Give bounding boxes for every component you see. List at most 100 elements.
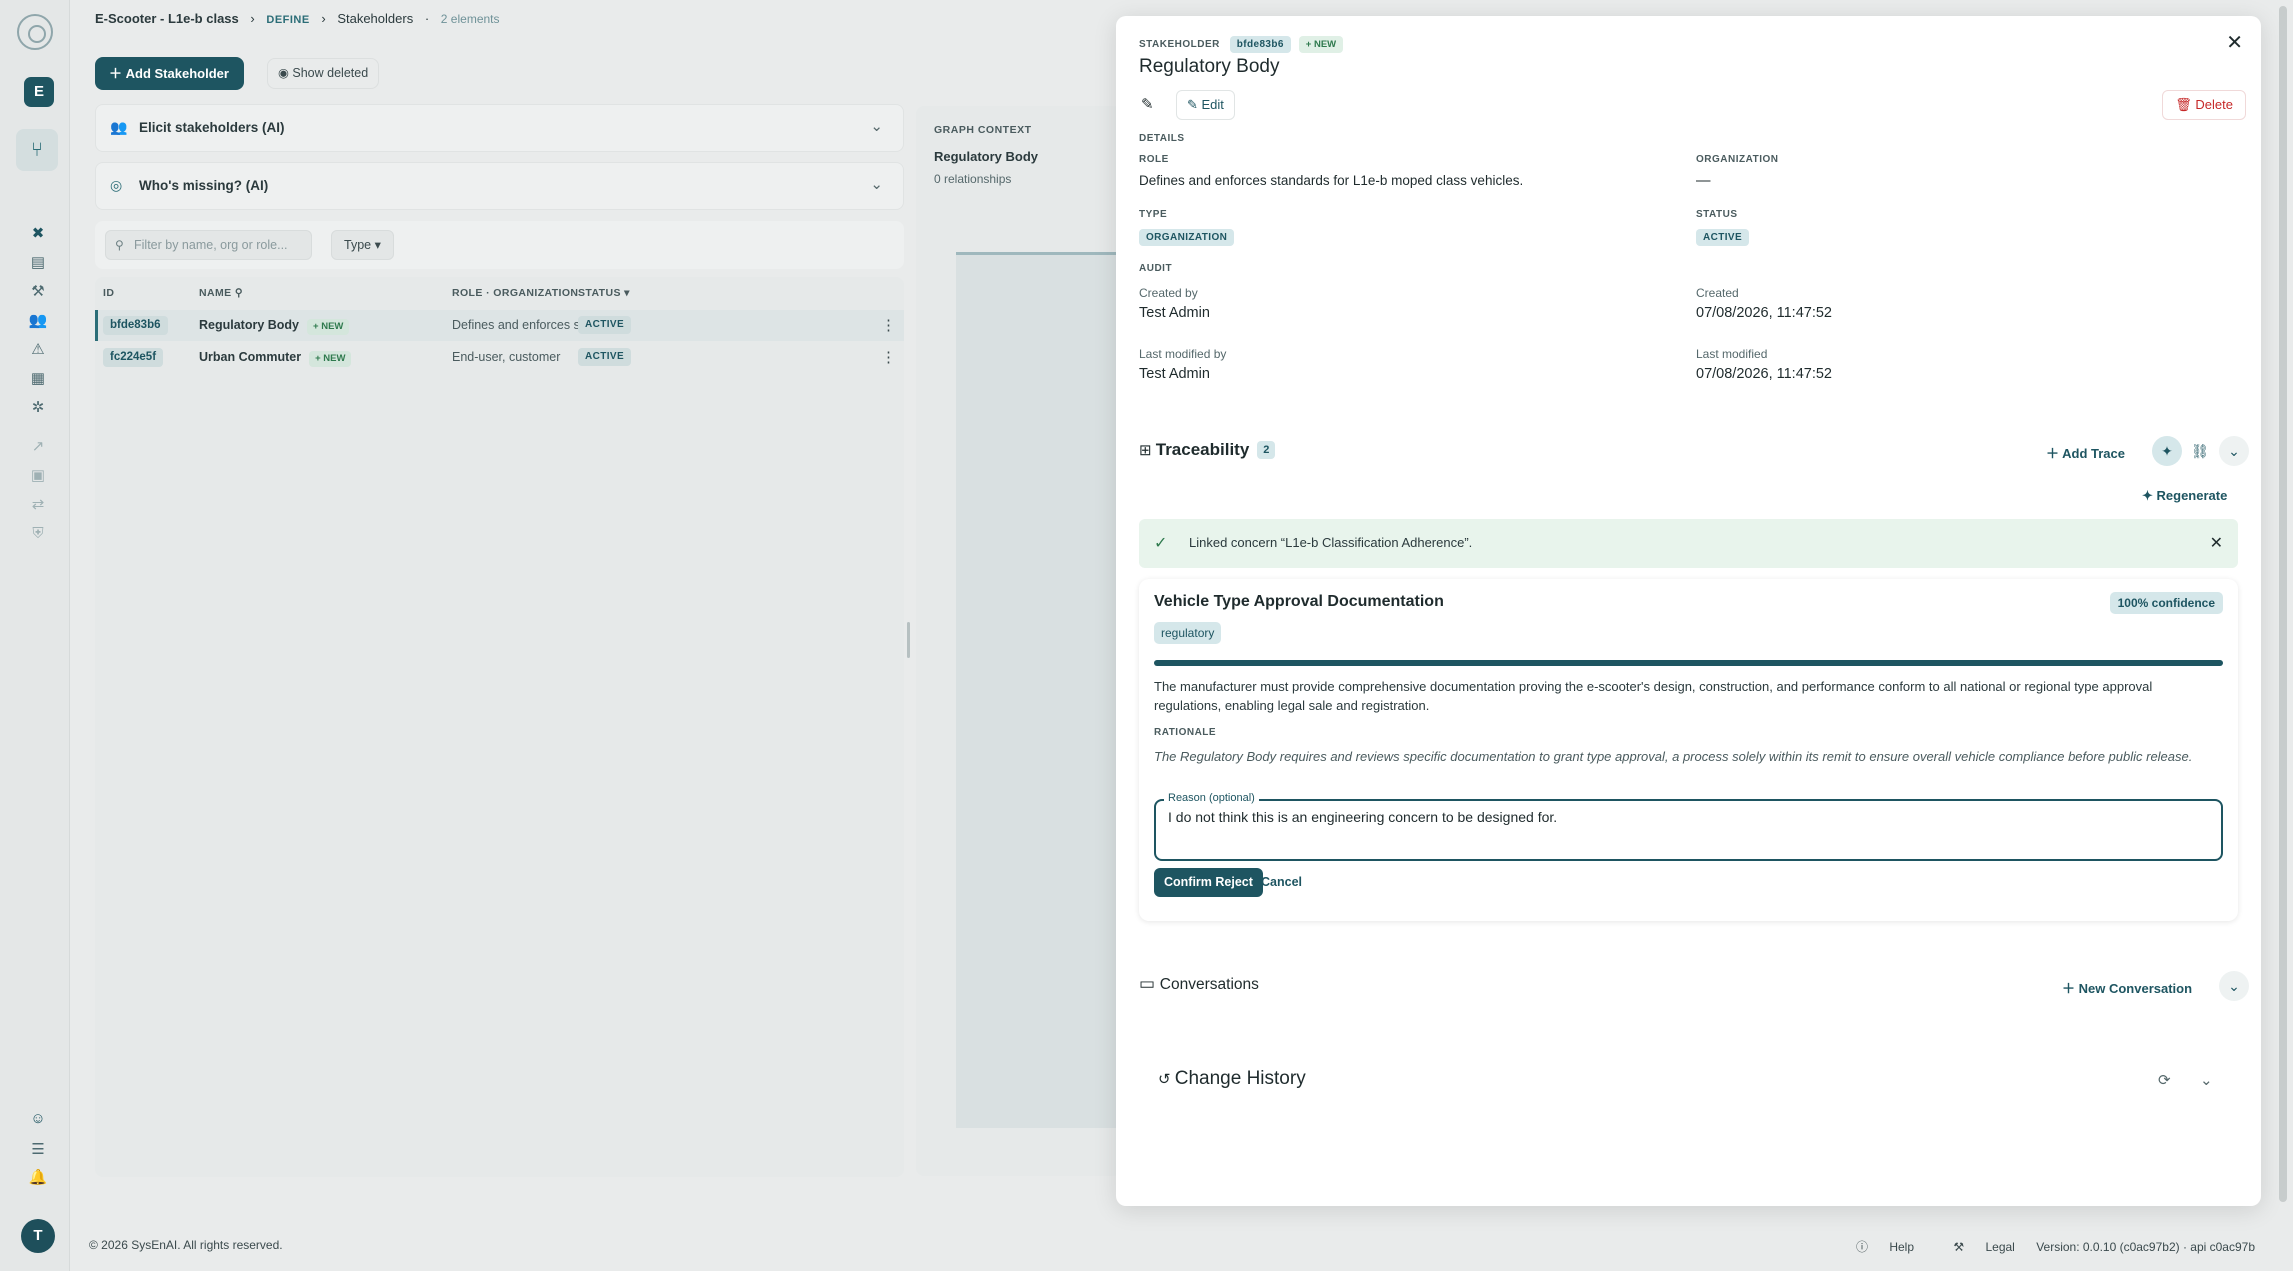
column-header-id[interactable]: ID (103, 287, 114, 299)
assistant-icon[interactable]: ☺ (27, 1108, 49, 1130)
elicit-stakeholders-panel[interactable]: 👥 Elicit stakeholders (AI) ⌄ (95, 104, 904, 152)
sort-down-icon: ▾ (624, 287, 630, 299)
scrollbar-thumb[interactable] (2279, 6, 2287, 1202)
details-heading: DETAILS (1139, 133, 1185, 144)
modified-by-label: Last modified by (1139, 347, 1227, 361)
chevron-down-icon[interactable]: ⌄ (2219, 971, 2249, 1001)
notifications-bell-icon[interactable]: 🔔 (27, 1167, 49, 1189)
trash-icon: 🗑 (2175, 97, 2196, 112)
conversations-header[interactable]: ▭ Conversations (1139, 974, 1259, 994)
column-header-name[interactable]: NAME ⚲ (199, 287, 243, 299)
kebab-menu-icon[interactable]: ⋮ (881, 348, 896, 366)
category-tag: regulatory (1154, 622, 1222, 644)
warning-icon[interactable]: ⚠ (27, 339, 49, 361)
stakeholders-icon[interactable]: 👥 (27, 310, 49, 332)
new-badge: + NEW (1298, 36, 1344, 53)
graph-subtitle: 0 relationships (934, 172, 1012, 186)
add-trace-button[interactable]: ＋ Add Trace (2046, 443, 2125, 462)
breadcrumb-project[interactable]: E-Scooter - L1e-b class (95, 11, 239, 26)
row-name: Urban Commuter + NEW (199, 350, 352, 367)
user-avatar[interactable]: T (21, 1219, 55, 1253)
status-badge: ACTIVE (578, 348, 632, 366)
refresh-icon[interactable]: ⟳ (2158, 1071, 2171, 1089)
delete-button[interactable]: 🗑 Delete (2162, 90, 2246, 120)
shield-icon[interactable]: ⛨ (27, 523, 49, 545)
role-label: ROLE (1139, 154, 1169, 165)
tools-icon[interactable]: ✖ (27, 223, 49, 245)
new-conversation-button[interactable]: ＋ New Conversation (2062, 978, 2192, 997)
plus-icon: ＋ (2062, 981, 2079, 996)
filter-search-input[interactable]: ⚲ Filter by name, org or role... (105, 230, 312, 260)
tasks-icon[interactable]: ☰ (27, 1139, 49, 1161)
help-link[interactable]: ⓘ Help (1838, 1240, 1914, 1254)
type-filter-dropdown[interactable]: Type ▾ (331, 230, 394, 260)
legal-label: Legal (1985, 1240, 2015, 1254)
change-history-header[interactable]: ↺ Change History (1158, 1068, 1306, 1090)
panel-label: Who's missing? (AI) (139, 178, 269, 193)
success-message: Linked concern “L1e-b Classification Adh… (1189, 535, 1473, 550)
swap-icon[interactable]: ⇄ (27, 494, 49, 516)
stakeholder-detail-drawer: STAKEHOLDER bfde83b6 + NEW Regulatory Bo… (1116, 16, 2261, 1206)
brain-logo-icon[interactable] (17, 14, 53, 50)
table-icon[interactable]: ▣ (27, 465, 49, 487)
column-header-role[interactable]: ROLE · ORGANIZATION (452, 287, 578, 299)
link-icon[interactable]: ⛓ (2185, 436, 2215, 466)
help-label: Help (1889, 1240, 1915, 1254)
stakeholder-table: ID NAME ⚲ ROLE · ORGANIZATION STATUS ▾ b… (95, 277, 904, 1177)
regenerate-button[interactable]: ✦ Regenerate (2142, 488, 2227, 504)
confirm-reject-button[interactable]: Confirm Reject (1154, 868, 1263, 897)
drawer-title: Regulatory Body (1139, 56, 1280, 77)
chevron-down-icon[interactable]: ⌄ (870, 117, 883, 135)
reason-label: Reason (optional) (1164, 792, 1259, 804)
network-icon[interactable]: ✲ (27, 397, 49, 419)
edit-button[interactable]: ✎ Edit (1176, 90, 1235, 120)
left-rail: E ⑂ ✖ ▤ ⚒ 👥 ⚠ ▦ ✲ ↗ ▣ ⇄ ⛨ ☺ ☰ 🔔 T (0, 0, 70, 1271)
workspace-avatar[interactable]: E (24, 77, 54, 107)
show-deleted-toggle[interactable]: ◉ Show deleted (267, 58, 380, 89)
close-icon[interactable]: ✕ (2226, 30, 2243, 55)
edit-label: Edit (1201, 97, 1224, 112)
table-row[interactable]: bfde83b6 Regulatory Body + NEW Defines an… (95, 310, 904, 341)
traceability-header[interactable]: ⊞ Traceability 2 (1139, 440, 1276, 460)
chevron-down-icon[interactable]: ⌄ (870, 175, 883, 193)
change-history-title: Change History (1174, 1068, 1306, 1089)
ai-sparkle-icon[interactable]: ✦ (2152, 436, 2182, 466)
chevron-down-icon[interactable]: ⌄ (2219, 436, 2249, 466)
document-icon[interactable]: ▤ (27, 252, 49, 274)
chevron-down-icon[interactable]: ⌄ (2200, 1071, 2213, 1089)
search-placeholder: Filter by name, org or role... (134, 238, 288, 252)
magic-wand-icon[interactable]: ✎ (1141, 95, 1154, 113)
add-stakeholder-button[interactable]: ＋ Add Stakeholder (95, 57, 244, 90)
clipboard-icon[interactable]: ▦ (27, 368, 49, 390)
traceability-title: Traceability (1155, 440, 1250, 459)
table-row[interactable]: fc224e5f Urban Commuter + NEW End-user, c… (95, 342, 904, 373)
type-label: TYPE (1139, 209, 1168, 220)
legal-link[interactable]: ⚒ Legal (1935, 1240, 2014, 1254)
modified-by-value: Test Admin (1139, 366, 1210, 382)
status-badge: ACTIVE (578, 316, 632, 334)
branch-icon[interactable]: ⑂ (16, 129, 58, 171)
page-scrollbar[interactable] (2278, 6, 2288, 1266)
sparkle-icon: ✦ (2142, 488, 2157, 503)
show-deleted-label: Show deleted (292, 66, 369, 80)
graph-canvas[interactable] (956, 252, 1121, 1128)
breadcrumb-page: Stakeholders (337, 11, 414, 26)
breadcrumb-phase[interactable]: DEFINE (266, 14, 309, 26)
header-status-text: STATUS (578, 287, 621, 299)
whos-missing-panel[interactable]: ◎ Who's missing? (AI) ⌄ (95, 162, 904, 210)
element-count: 2 elements (440, 12, 500, 26)
confidence-bar (1154, 660, 2223, 666)
column-header-status[interactable]: STATUS ▾ (578, 287, 630, 299)
kebab-menu-icon[interactable]: ⋮ (881, 316, 896, 334)
role-value: Defines and enforces standards for L1e-b… (1139, 173, 1524, 188)
panel-resize-handle[interactable] (907, 622, 910, 658)
close-icon[interactable]: ✕ (2210, 533, 2223, 553)
chevron-right-icon: › (321, 11, 326, 26)
new-badge: + NEW (309, 351, 352, 367)
search-icon[interactable]: ⚲ (235, 287, 243, 299)
version-text: Version: 0.0.10 (c0ac97b2) · api c0ac97b (2036, 1240, 2255, 1254)
gavel-icon[interactable]: ⚒ (27, 281, 49, 303)
reason-input[interactable]: Reason (optional) I do not think this is… (1154, 792, 2223, 861)
cancel-button[interactable]: Cancel (1261, 875, 1302, 889)
chart-icon[interactable]: ↗ (27, 436, 49, 458)
